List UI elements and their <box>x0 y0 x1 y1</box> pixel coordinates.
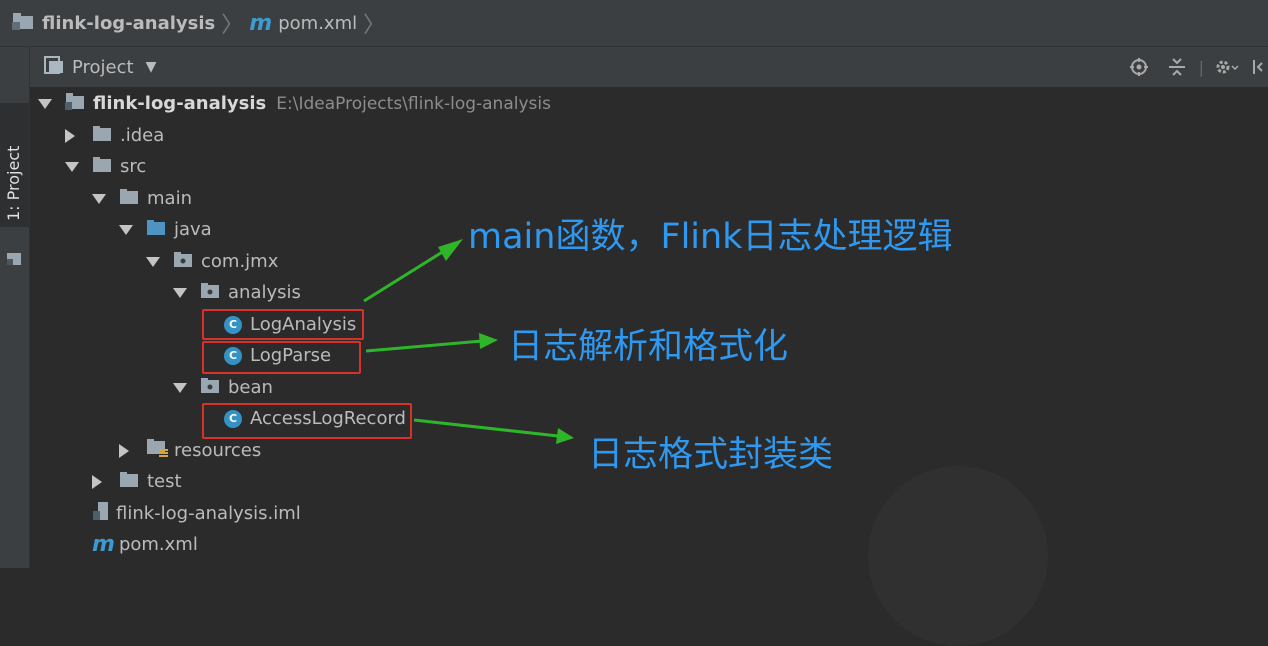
annotation-main: main函数，Flink日志处理逻辑 <box>468 217 953 257</box>
arrow-parse <box>365 333 498 353</box>
annotation-parse: 日志解析和格式化 <box>508 327 789 367</box>
arrow-bean <box>413 418 574 444</box>
annotation-arrows <box>363 239 574 444</box>
arrow-main <box>363 239 463 303</box>
annotation-bean: 日志格式封装类 <box>588 435 834 475</box>
